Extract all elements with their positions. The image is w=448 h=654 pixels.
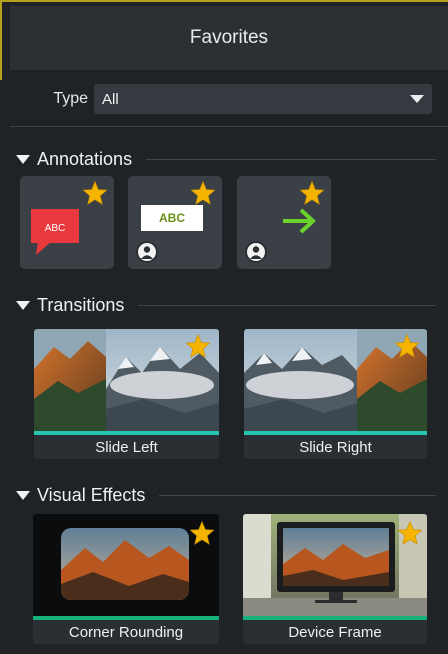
favorite-star-icon[interactable] bbox=[82, 180, 108, 206]
type-label: Type bbox=[53, 90, 88, 107]
card-caption: Slide Left bbox=[95, 438, 158, 456]
favorite-star-icon[interactable] bbox=[394, 333, 420, 359]
collapse-triangle-icon[interactable] bbox=[16, 490, 30, 500]
section-divider bbox=[146, 158, 436, 160]
favorite-star-icon[interactable] bbox=[397, 520, 423, 546]
effect-card-corner-rounding[interactable]: Corner Rounding bbox=[33, 514, 219, 644]
type-dropdown-value: All bbox=[102, 90, 119, 108]
text-box-text: ABC bbox=[159, 211, 185, 225]
collapse-triangle-icon[interactable] bbox=[16, 300, 30, 310]
arrow-right-icon bbox=[283, 208, 316, 234]
callout-text: ABC bbox=[45, 223, 66, 234]
section-header-visual-effects[interactable]: Visual Effects bbox=[16, 484, 436, 506]
card-caption: Device Frame bbox=[288, 623, 382, 641]
callout-bubble-icon: ABC bbox=[31, 209, 79, 255]
filter-divider bbox=[10, 126, 448, 127]
favorite-star-icon[interactable] bbox=[190, 180, 216, 206]
section-title-visual-effects: Visual Effects bbox=[37, 484, 146, 505]
type-dropdown[interactable]: All bbox=[94, 84, 432, 114]
card-caption: Corner Rounding bbox=[68, 623, 184, 641]
section-title-transitions: Transitions bbox=[37, 294, 125, 315]
favorite-star-icon[interactable] bbox=[299, 180, 325, 206]
section-title-annotations: Annotations bbox=[37, 148, 133, 169]
effect-card-device-frame[interactable]: Device Frame bbox=[243, 514, 427, 644]
user-avatar-icon bbox=[136, 241, 158, 263]
section-divider bbox=[159, 494, 436, 496]
favorite-star-icon[interactable] bbox=[189, 520, 215, 546]
transition-card-slide-right[interactable]: Slide Right bbox=[244, 329, 427, 459]
favorite-star-icon[interactable] bbox=[185, 333, 211, 359]
section-divider bbox=[138, 304, 436, 306]
annotation-tile-arrow[interactable] bbox=[237, 176, 331, 269]
section-header-annotations[interactable]: Annotations bbox=[16, 148, 436, 170]
window-accent-top bbox=[0, 0, 448, 2]
collapse-triangle-icon[interactable] bbox=[16, 154, 30, 164]
annotation-tile-textbox[interactable]: ABC bbox=[128, 176, 222, 269]
annotation-tile-callout[interactable]: ABC bbox=[20, 176, 114, 269]
text-box-icon: ABC bbox=[141, 205, 203, 231]
section-header-transitions[interactable]: Transitions bbox=[16, 294, 436, 316]
user-avatar-icon bbox=[245, 241, 267, 263]
window-accent-left bbox=[0, 0, 2, 80]
dropdown-caret-icon bbox=[410, 95, 424, 103]
panel-header: Favorites bbox=[10, 6, 448, 70]
type-filter-row: Type All bbox=[10, 76, 448, 122]
card-caption: Slide Right bbox=[299, 438, 372, 456]
transition-card-slide-left[interactable]: Slide Left bbox=[34, 329, 219, 459]
panel-title: Favorites bbox=[189, 27, 269, 48]
